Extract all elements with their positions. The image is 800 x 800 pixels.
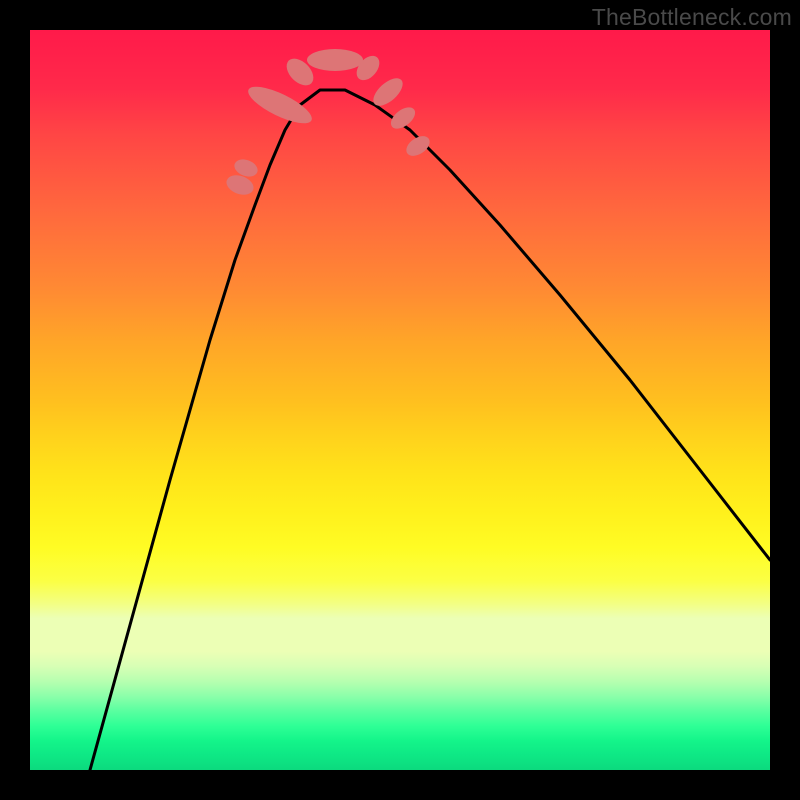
plot-area <box>30 30 770 770</box>
watermark-text: TheBottleneck.com <box>592 4 792 31</box>
base-segment <box>307 49 363 71</box>
chart-svg <box>30 30 770 770</box>
bottleneck-curve <box>90 90 770 770</box>
data-markers <box>224 49 433 198</box>
curve-path <box>90 90 770 770</box>
chart-frame: TheBottleneck.com <box>0 0 800 800</box>
left-arm-segment <box>244 80 317 130</box>
